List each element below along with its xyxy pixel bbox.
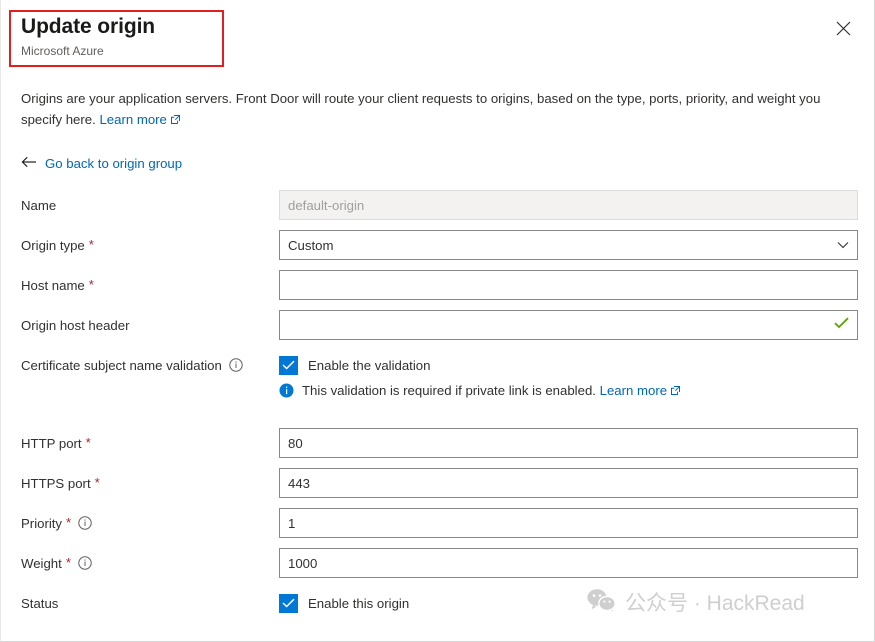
field-row-https-port: HTTPS port *	[1, 468, 874, 508]
update-origin-blade: Update origin Microsoft Azure Origins ar…	[0, 0, 875, 642]
required-marker: *	[88, 237, 94, 253]
name-input	[279, 190, 858, 220]
title-block: Update origin Microsoft Azure	[21, 14, 155, 59]
field-row-origin-host-header: Origin host header	[1, 310, 874, 350]
control-weight	[279, 548, 858, 578]
label-origin-host-header: Origin host header	[21, 317, 130, 333]
control-priority	[279, 508, 858, 538]
required-marker: *	[88, 277, 94, 293]
label-http-port: HTTP port *	[21, 435, 91, 451]
label-status: Status	[21, 595, 59, 611]
required-marker: *	[94, 475, 100, 491]
info-icon[interactable]	[78, 556, 92, 570]
field-row-origin-type: Origin type * Custom	[1, 230, 874, 270]
back-link-label: Go back to origin group	[45, 156, 183, 171]
cert-validation-checkbox[interactable]	[279, 355, 298, 375]
field-row-status: Status Enable this origin	[1, 588, 874, 628]
label-cert-validation: Certificate subject name validation	[21, 350, 243, 380]
label-weight: Weight *	[21, 548, 92, 578]
required-marker: *	[66, 515, 72, 531]
label-priority: Priority *	[21, 508, 92, 538]
close-button[interactable]	[827, 12, 859, 44]
info-filled-icon	[279, 383, 294, 403]
control-origin-type: Custom	[279, 230, 858, 260]
page-title: Update origin	[21, 15, 156, 38]
control-host-name	[279, 270, 858, 300]
control-name	[279, 190, 858, 220]
https-port-input[interactable]	[279, 468, 858, 498]
page-subtitle: Microsoft Azure	[21, 44, 104, 58]
field-row-name: Name	[1, 190, 874, 230]
cert-validation-checkbox-row[interactable]: Enable the validation	[279, 350, 430, 380]
http-port-input[interactable]	[279, 428, 858, 458]
blade-header: Update origin Microsoft Azure	[1, 0, 874, 72]
label-https-port: HTTPS port *	[21, 475, 100, 491]
blade-description: Origins are your application servers. Fr…	[21, 88, 851, 131]
label-origin-type: Origin type *	[21, 237, 94, 253]
close-icon	[836, 21, 851, 36]
origin-type-select[interactable]: Custom	[279, 230, 858, 260]
origin-host-header-input[interactable]	[279, 310, 858, 340]
external-link-icon	[670, 383, 681, 401]
status-checkbox-label: Enable this origin	[308, 595, 410, 611]
info-message-text: This validation is required if private l…	[302, 383, 596, 398]
info-icon[interactable]	[78, 516, 92, 530]
origin-form: Name Origin type * Custom	[1, 190, 874, 628]
info-message-wrap: This validation is required if private l…	[302, 382, 681, 401]
field-row-cert-validation: Certificate subject name validation Enab…	[1, 350, 874, 428]
required-marker: *	[65, 555, 71, 571]
control-http-port	[279, 428, 858, 458]
cert-validation-checkbox-label: Enable the validation	[308, 357, 431, 373]
field-row-priority: Priority *	[1, 508, 874, 548]
info-icon[interactable]	[229, 358, 243, 372]
external-link-icon	[170, 110, 181, 131]
cert-validation-info-message: This validation is required if private l…	[279, 382, 681, 403]
control-https-port	[279, 468, 858, 498]
status-checkbox[interactable]	[279, 593, 298, 613]
label-host-name: Host name *	[21, 277, 94, 293]
description-learn-more-link[interactable]: Learn more	[99, 112, 166, 127]
field-row-host-name: Host name *	[1, 270, 874, 310]
required-marker: *	[85, 435, 91, 451]
priority-input[interactable]	[279, 508, 858, 538]
cert-validation-learn-more-link[interactable]: Learn more	[600, 383, 667, 398]
arrow-left-icon	[21, 155, 37, 173]
label-name: Name	[21, 197, 57, 213]
host-name-input[interactable]	[279, 270, 858, 300]
field-row-weight: Weight *	[1, 548, 874, 588]
field-row-http-port: HTTP port *	[1, 428, 874, 468]
status-checkbox-row[interactable]: Enable this origin	[279, 588, 409, 618]
control-origin-host-header	[279, 310, 858, 340]
weight-input[interactable]	[279, 548, 858, 578]
go-back-to-origin-group-link[interactable]: Go back to origin group	[21, 155, 182, 173]
